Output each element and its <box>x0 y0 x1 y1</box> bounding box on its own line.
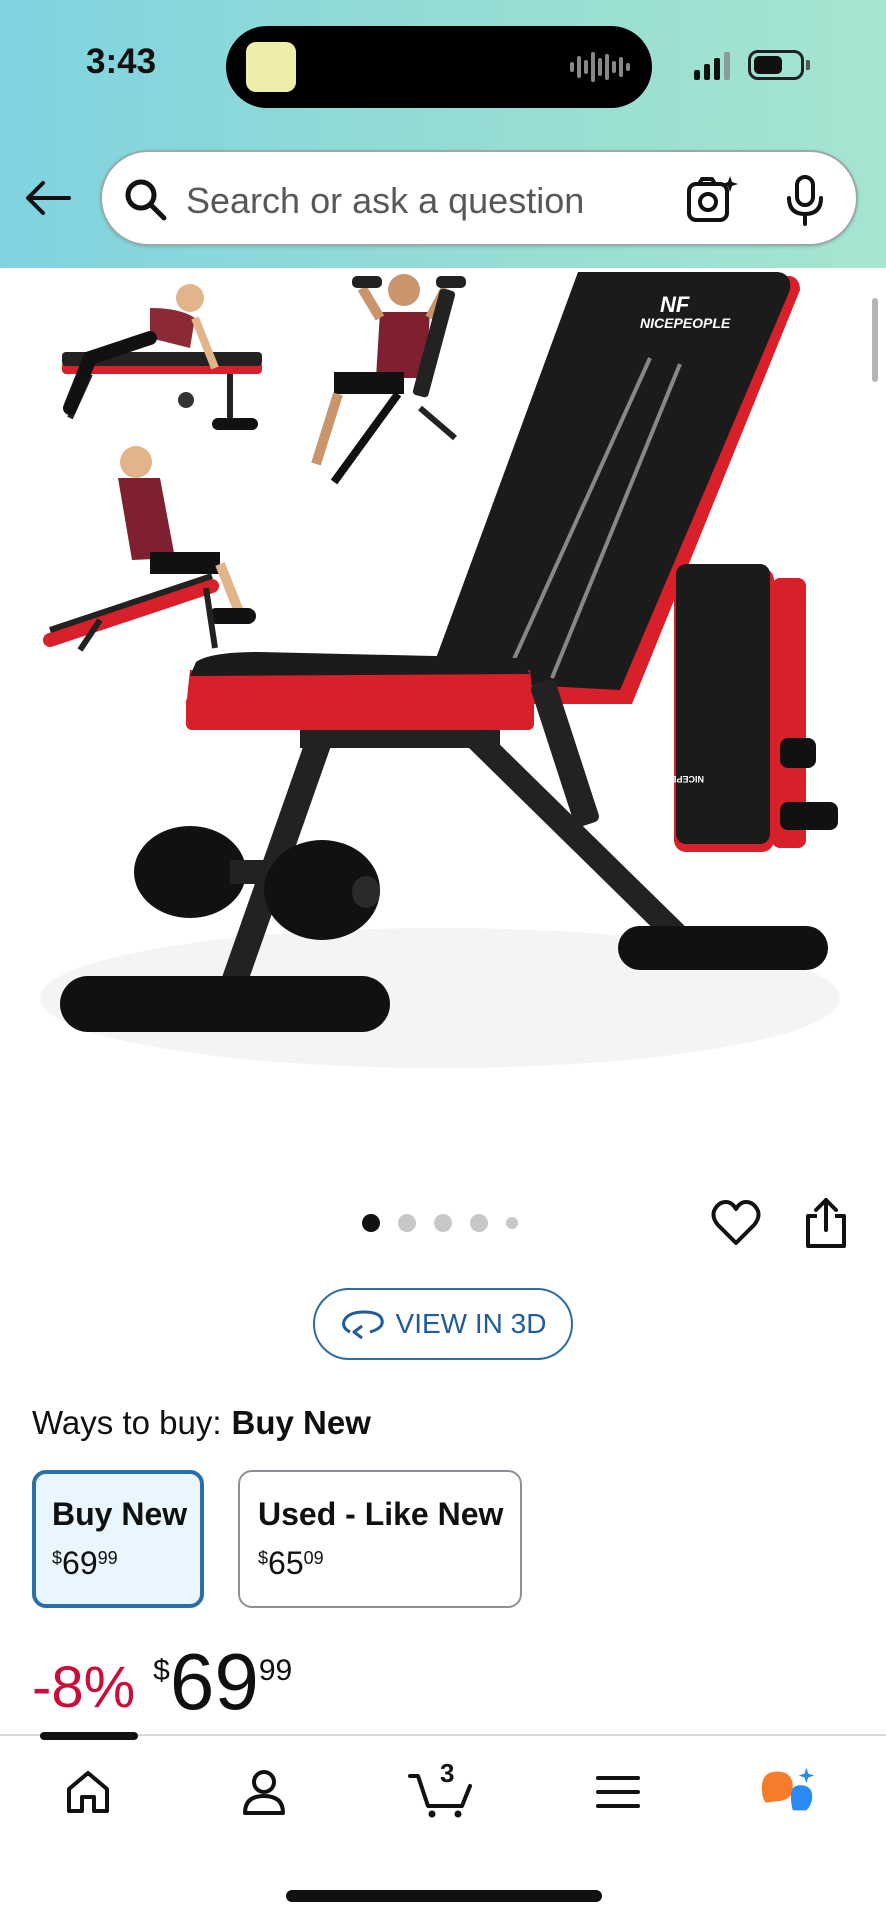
battery-icon <box>748 50 804 80</box>
price-symbol: $ <box>153 1654 170 1687</box>
price: $ 69 99 <box>153 1640 292 1724</box>
share-icon <box>806 1198 846 1248</box>
cart-count: 3 <box>440 1758 455 1788</box>
nav-home[interactable] <box>58 1762 118 1822</box>
back-arrow-icon <box>26 181 71 215</box>
header: 3:43 Search or ask a question <box>0 0 886 268</box>
ways-to-buy-line: Ways to buy: Buy New <box>32 1404 371 1442</box>
carousel-dot-1[interactable] <box>362 1214 380 1232</box>
search-bar[interactable]: Search or ask a question <box>100 150 858 246</box>
image-carousel-dots[interactable] <box>362 1214 518 1232</box>
carousel-dot-3[interactable] <box>434 1214 452 1232</box>
rufus-icon <box>761 1767 815 1811</box>
brand-logo-text: NICEPEOPLE <box>640 315 731 331</box>
thumbnail-man-press <box>311 274 466 485</box>
microphone-icon[interactable] <box>782 174 828 226</box>
nav-rufus-assistant[interactable] <box>758 1762 818 1822</box>
price-row: -8% $ 69 99 <box>32 1640 292 1730</box>
thumbnail-woman-row <box>62 284 262 430</box>
rotate-3d-icon <box>341 1310 384 1340</box>
view-in-3d-label: VIEW IN 3D <box>395 1308 547 1339</box>
search-icon <box>125 179 167 221</box>
product-photo-bench: NICEPEOPLE NF NICEPEOPLE <box>40 272 840 1068</box>
share-button[interactable] <box>800 1196 852 1250</box>
folded-bench-inset: NICEPEOPLE <box>646 564 838 852</box>
view-in-3d-button[interactable]: VIEW IN 3D <box>313 1288 573 1360</box>
status-time: 3:43 <box>86 42 157 81</box>
ways-to-buy-selected: Buy New <box>231 1404 371 1441</box>
svg-text:NF: NF <box>660 292 690 317</box>
carousel-dot-5[interactable] <box>506 1217 518 1229</box>
carousel-dot-2[interactable] <box>398 1214 416 1232</box>
nav-menu[interactable] <box>588 1762 648 1822</box>
buy-option-used[interactable]: Used - Like New $6509 <box>238 1470 522 1608</box>
heart-icon <box>711 1200 761 1245</box>
carousel-dot-4[interactable] <box>470 1214 488 1232</box>
discount-percent: -8% <box>32 1655 136 1720</box>
svg-text:NICEPEOPLE: NICEPEOPLE <box>646 774 704 784</box>
battery-tip <box>806 60 810 70</box>
price-whole: 69 <box>169 1637 259 1726</box>
dynamic-island <box>226 26 652 108</box>
buy-option-title: Buy New <box>52 1496 188 1532</box>
menu-icon <box>596 1776 640 1808</box>
home-indicator <box>286 1890 602 1902</box>
nav-active-indicator <box>40 1732 138 1740</box>
back-button[interactable] <box>22 172 74 224</box>
buy-option-title: Used - Like New <box>258 1496 504 1532</box>
home-icon <box>67 1771 109 1813</box>
buy-option-new[interactable]: Buy New $6999 <box>32 1470 204 1608</box>
price-fraction: 99 <box>258 1654 293 1687</box>
profile-icon <box>243 1770 285 1815</box>
audio-wave-icon <box>570 50 630 84</box>
ways-to-buy-label: Ways to buy: <box>32 1404 222 1441</box>
signal-icon <box>694 52 730 80</box>
scroll-indicator[interactable] <box>872 298 878 382</box>
buy-option-price: $6509 <box>258 1545 324 1581</box>
camera-lens-icon[interactable] <box>686 174 738 226</box>
live-activity-app-icon <box>246 42 296 92</box>
product-image[interactable]: NICEPEOPLE NF NICEPEOPLE <box>0 268 886 1112</box>
wishlist-button[interactable] <box>710 1198 762 1248</box>
buy-option-price: $6999 <box>52 1545 118 1581</box>
thumbnail-man-situp <box>43 446 256 652</box>
nav-profile[interactable] <box>234 1762 294 1822</box>
search-placeholder: Search or ask a question <box>186 180 585 221</box>
bench-seat <box>186 652 534 730</box>
